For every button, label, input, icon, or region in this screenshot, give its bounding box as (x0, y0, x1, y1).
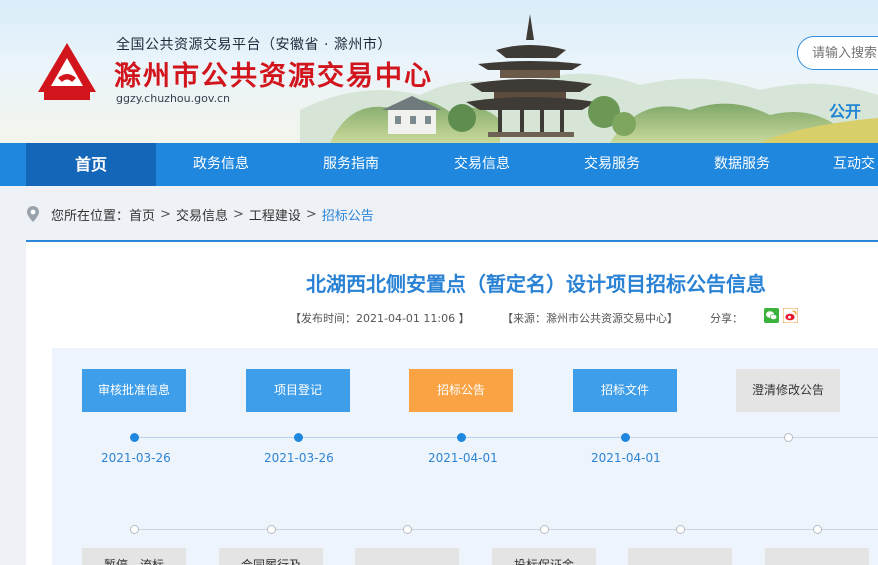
timeline-dot (457, 433, 466, 442)
nav-item-trade-info[interactable]: 交易信息 (454, 143, 510, 186)
timeline-dot (403, 525, 412, 534)
timeline-dot (267, 525, 276, 534)
site-domain: ggzy.chuzhou.gov.cn (116, 92, 230, 105)
page: 全国公共资源交易平台（安徽省 · 滁州市） 滁州市公共资源交易中心 ggzy.c… (0, 0, 878, 565)
step-tender-documents[interactable]: 招标文件 (573, 369, 677, 412)
step-clarification-notice[interactable]: 澄清修改公告 (736, 369, 840, 412)
step-row2-5[interactable] (628, 548, 732, 565)
timeline-track-done (134, 437, 625, 438)
nav-item-trade-service[interactable]: 交易服务 (584, 143, 640, 186)
breadcrumb-engineering[interactable]: 工程建设 (249, 205, 301, 224)
breadcrumb-current[interactable]: 招标公告 (322, 205, 374, 224)
breadcrumb-home[interactable]: 首页 (129, 205, 155, 224)
step-row2-6[interactable] (765, 548, 869, 565)
header-tag-open[interactable]: 公开 (829, 98, 861, 122)
breadcrumb-separator: > (232, 206, 244, 222)
timeline-track-pending (625, 437, 878, 438)
location-pin-icon (27, 206, 39, 222)
timeline-dot (130, 525, 139, 534)
nav-item-data-service[interactable]: 数据服务 (714, 143, 770, 186)
nav-item-interaction[interactable]: 互动交 (833, 143, 875, 186)
timeline-dot (294, 433, 303, 442)
site-logo-icon (38, 43, 96, 100)
breadcrumb: 您所在位置： 首页 > 交易信息 > 工程建设 > 招标公告 (26, 205, 374, 224)
timeline-dot (130, 433, 139, 442)
step-date: 2021-03-26 (264, 451, 334, 465)
publish-time: 【发布时间：2021-04-01 11:06 】 (290, 312, 470, 325)
nav-item-home[interactable]: 首页 (26, 143, 156, 186)
step-bid-deposit[interactable]: 投标保证金 (492, 548, 596, 565)
timeline-dot (621, 433, 630, 442)
article-title: 北湖西北侧安置点（暂定名）设计项目招标公告信息 (306, 272, 766, 296)
main-nav: 首页 政务信息 服务指南 交易信息 交易服务 数据服务 互动交 (0, 143, 878, 186)
step-date: 2021-04-01 (591, 451, 661, 465)
step-tender-notice[interactable]: 招标公告 (409, 369, 513, 412)
portal-name: 全国公共资源交易平台（安徽省 · 滁州市） (116, 37, 392, 53)
timeline-dot (676, 525, 685, 534)
breadcrumb-trade-info[interactable]: 交易信息 (176, 205, 228, 224)
nav-item-government-info[interactable]: 政务信息 (193, 143, 249, 186)
article-source: 【来源：滁州市公共资源交易中心】 (502, 312, 678, 325)
step-date: 2021-03-26 (101, 451, 171, 465)
step-approval-info[interactable]: 审核批准信息 (82, 369, 186, 412)
weibo-share-icon[interactable] (783, 308, 798, 323)
timeline-dot (813, 525, 822, 534)
step-date: 2021-04-01 (428, 451, 498, 465)
timeline-dot (784, 433, 793, 442)
nav-item-service-guide[interactable]: 服务指南 (323, 143, 379, 186)
site-header: 全国公共资源交易平台（安徽省 · 滁州市） 滁州市公共资源交易中心 ggzy.c… (0, 0, 878, 143)
breadcrumb-prefix: 您所在位置： (51, 208, 130, 224)
search-input[interactable] (797, 36, 878, 70)
step-contract-performance[interactable]: 合同履行及 (219, 548, 323, 565)
timeline-dot (540, 525, 549, 534)
step-row2-3[interactable] (355, 548, 459, 565)
breadcrumb-separator: > (305, 206, 317, 222)
site-title: 滁州市公共资源交易中心 (114, 61, 433, 92)
wechat-share-icon[interactable] (764, 308, 779, 323)
step-suspend-abort[interactable]: 暂停、流标 (82, 548, 186, 565)
share-label: 分享： (710, 312, 743, 325)
timeline-track-row2 (134, 529, 878, 530)
step-project-registration[interactable]: 项目登记 (246, 369, 350, 412)
breadcrumb-separator: > (160, 206, 171, 222)
